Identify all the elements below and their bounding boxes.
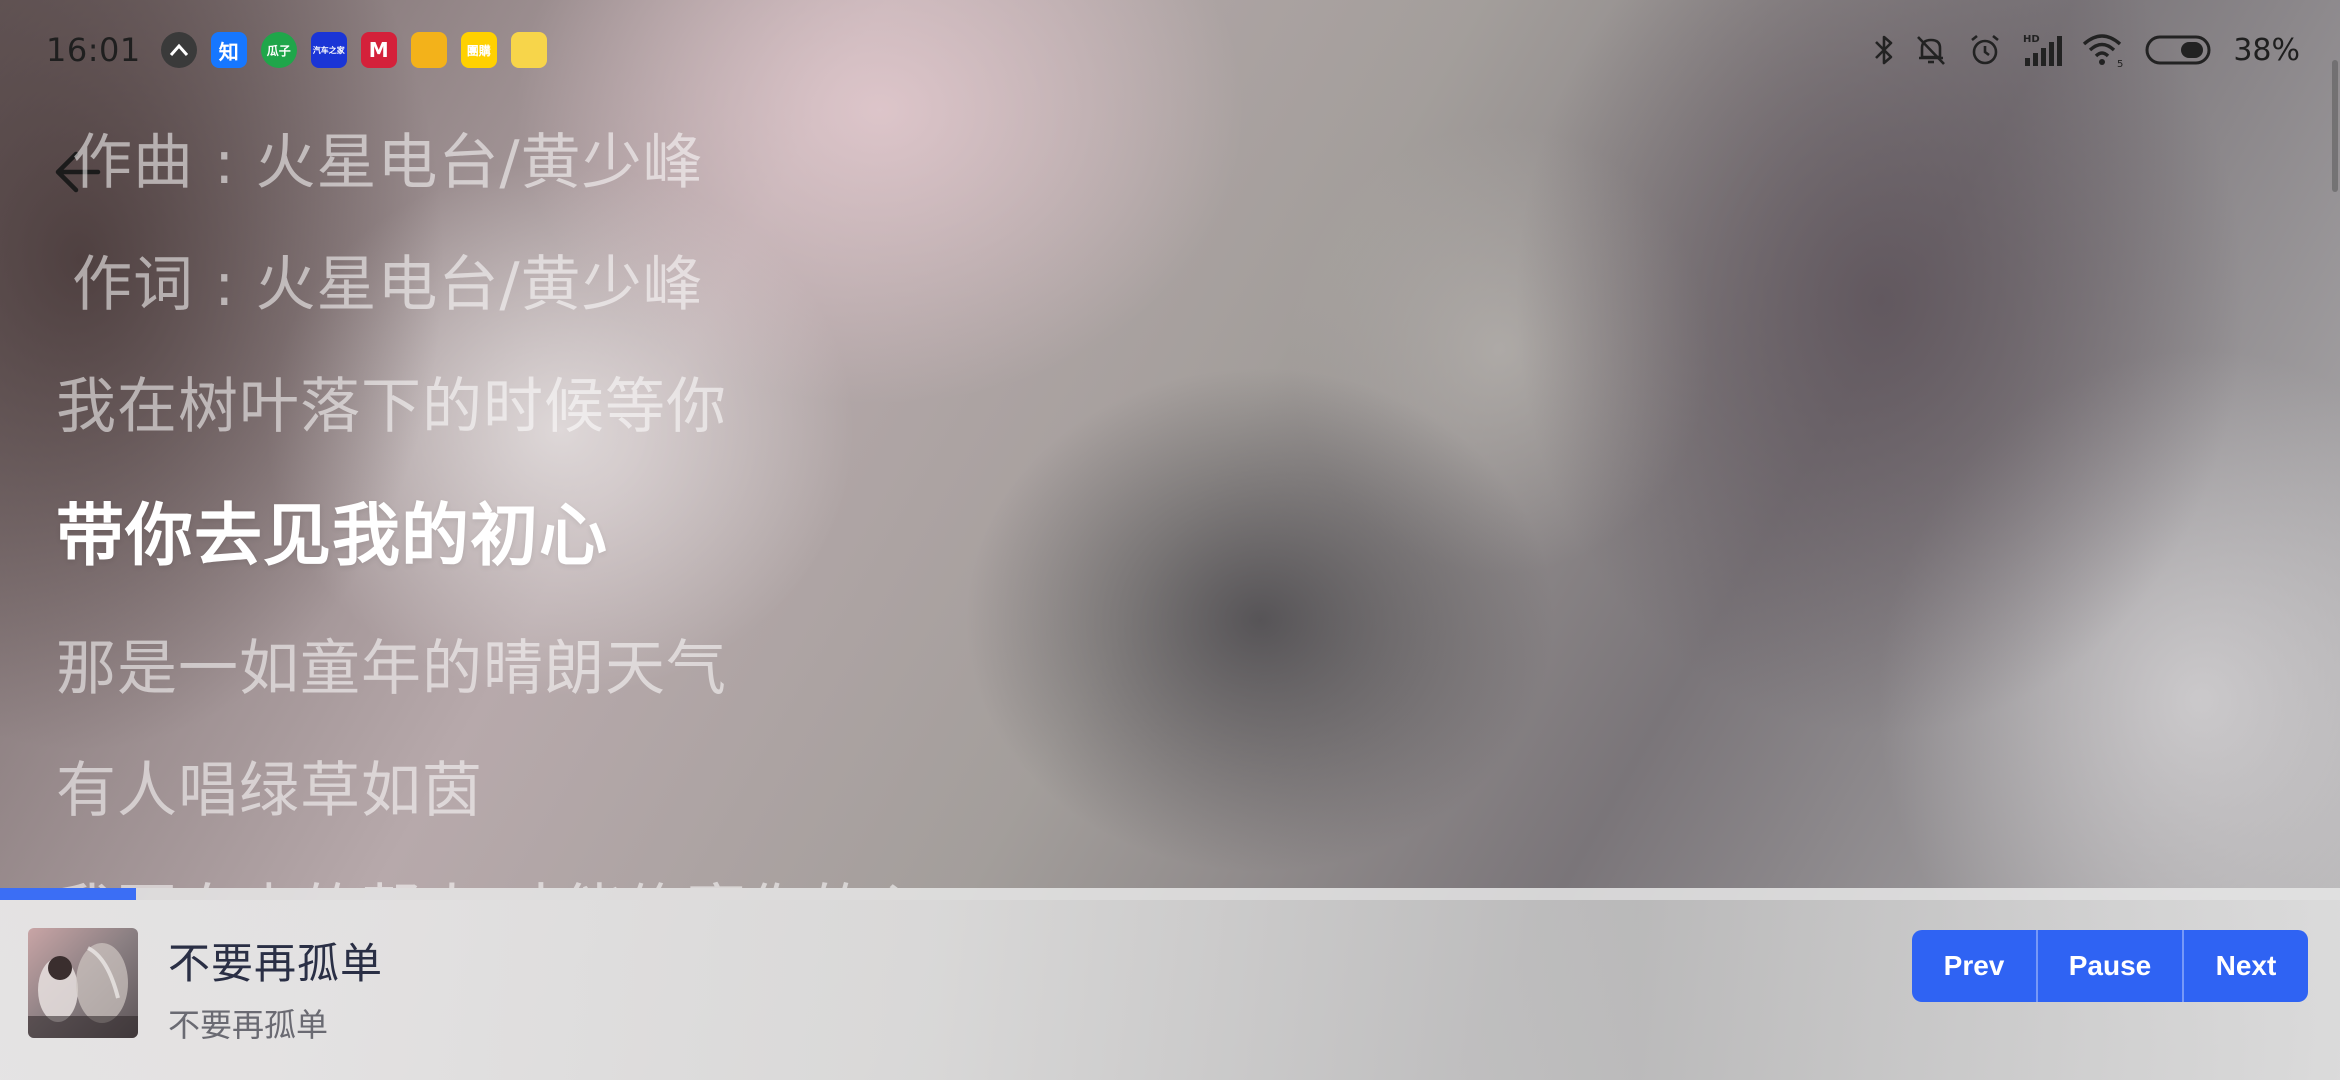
scrollbar-thumb[interactable]: [2332, 60, 2338, 192]
scrollbar[interactable]: [2330, 0, 2340, 880]
autohome-icon: 汽车之家: [310, 32, 347, 68]
lyric-line[interactable]: 我要自由的帮人 才能修赛你的心: [56, 864, 930, 888]
lyric-line[interactable]: 那是一如童年的晴朗天气: [56, 620, 727, 707]
svg-text:HD: HD: [2023, 34, 2040, 45]
wifi-icon: 5: [2081, 32, 2127, 68]
song-title: 不要再孤单: [168, 939, 384, 988]
bluetooth-icon: [1873, 33, 1895, 67]
status-time: 16:01: [46, 31, 141, 69]
progress-bar[interactable]: [0, 888, 2340, 900]
next-button[interactable]: Next: [2182, 930, 2308, 1002]
lyric-line[interactable]: 作词 : 火星电台/黄少峰: [72, 236, 704, 323]
zhihu-icon: 知: [210, 32, 247, 68]
song-artist: 不要再孤单: [168, 1006, 329, 1044]
album-cover-image: [28, 928, 138, 1038]
lyric-line[interactable]: 我在树叶落下的时候等你: [56, 358, 727, 445]
alarm-icon: [1967, 32, 2003, 68]
battery-percent: 38%: [2233, 32, 2300, 68]
prev-button[interactable]: Prev: [1912, 930, 2036, 1002]
svg-text:5: 5: [2117, 59, 2123, 68]
app-yellow-icon: [410, 32, 447, 68]
status-bar: 16:01 知瓜子 汽车之家 M 團購 HD 5 38%: [0, 0, 2340, 100]
lyrics-view[interactable]: 作曲 : 火星电台/黄少峰 作词 : 火星电台/黄少峰我在树叶落下的时候等你带你去…: [0, 100, 2330, 888]
signal-hd-icon: HD: [2021, 32, 2063, 68]
cmb-icon: M: [360, 32, 397, 68]
caret-up-icon: [160, 32, 197, 68]
lyric-line-active[interactable]: 带你去见我的初心: [56, 480, 608, 579]
lyric-line[interactable]: 有人唱绿草如茵: [56, 742, 483, 829]
status-right: HD 5 38%: [1873, 32, 2300, 68]
playback-controls: Prev Pause Next: [1912, 930, 2308, 1002]
player-bar: 不要再孤单 不要再孤单 Prev Pause Next: [0, 900, 2340, 1080]
mute-bell-icon: [1913, 33, 1949, 67]
album-cover[interactable]: [28, 928, 138, 1038]
meituan-icon: 團購: [460, 32, 497, 68]
guazi-icon: 瓜子: [260, 32, 297, 68]
battery-icon: [2145, 34, 2215, 66]
progress-fill: [0, 888, 136, 900]
fruit-app-icon: [510, 32, 547, 68]
pause-button[interactable]: Pause: [2036, 930, 2182, 1002]
notification-icons: 知瓜子 汽车之家 M 團購: [160, 32, 547, 68]
lyric-line[interactable]: 作曲 : 火星电台/黄少峰: [72, 114, 704, 201]
status-left: 16:01 知瓜子 汽车之家 M 團購: [46, 31, 547, 69]
